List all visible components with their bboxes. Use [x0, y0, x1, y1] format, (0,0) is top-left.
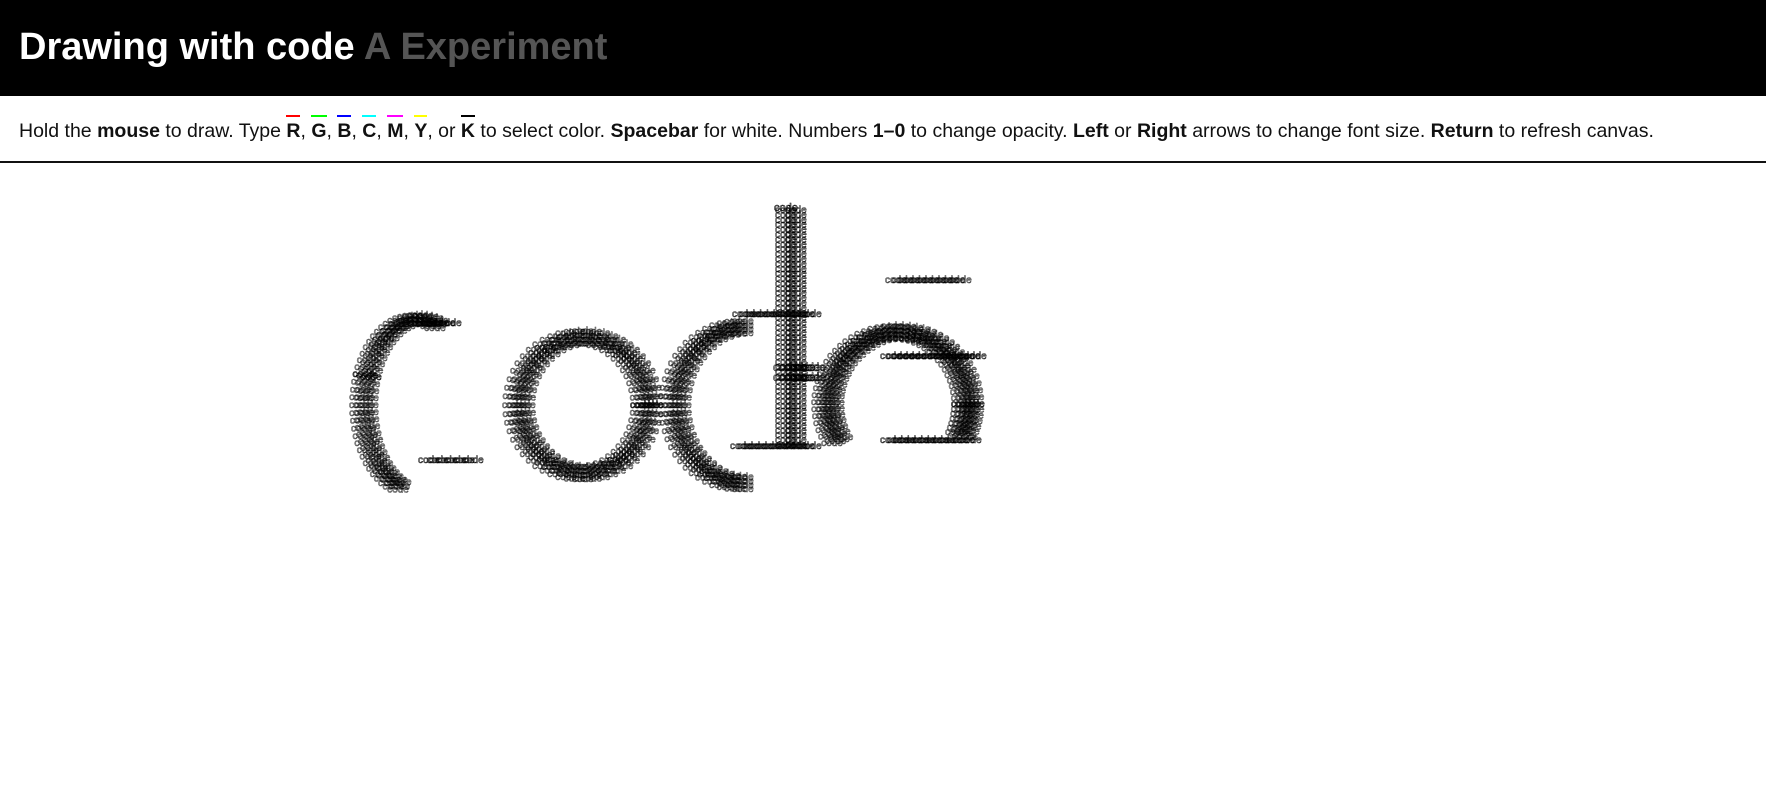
instr-left: Left [1073, 120, 1109, 142]
key-m-label: M [387, 120, 404, 142]
instr-text-1: Hold the [19, 120, 98, 142]
sep: , [376, 120, 388, 142]
key-c: C [362, 115, 377, 146]
key-b-label: B [337, 120, 352, 142]
key-r: R [286, 115, 301, 146]
key-y-label: Y [414, 120, 428, 142]
instr-text-3: to select color. [475, 120, 611, 142]
stroke-stamp: code [965, 351, 987, 362]
key-m: M [387, 115, 404, 146]
instr-return: Return [1430, 120, 1494, 142]
sep: , [403, 120, 415, 142]
instr-spacebar: Spacebar [610, 120, 699, 142]
stroke-stamp: code [774, 202, 798, 214]
stroke-stamp: code [462, 455, 484, 466]
drawing-canvas[interactable]: code code code code code code code code code code… [0, 163, 1766, 787]
key-b-color-bar [337, 115, 352, 117]
instr-range: 1–0 [872, 120, 906, 142]
drawn-strokes: codecodecodecodecodecodecodecodecodecode… [349, 202, 988, 496]
sep: , [326, 120, 338, 142]
instr-text-6: or [1108, 120, 1137, 142]
instr-text-4: for white. Numbers [698, 120, 873, 142]
key-c-label: C [362, 120, 377, 142]
key-g-label: G [311, 120, 327, 142]
title-main: Drawing with code [19, 26, 355, 68]
key-y-color-bar [414, 115, 428, 117]
instr-text-7: arrows to change font size. [1186, 120, 1431, 142]
stroke-stamp: code [960, 435, 982, 446]
stroke-stamp: code [800, 309, 822, 320]
key-r-label: R [286, 120, 301, 142]
key-k-label: K [460, 120, 476, 142]
instr-text-2: to draw. Type [159, 120, 287, 142]
sep: , [300, 120, 312, 142]
title-subtitle: A Experiment [363, 26, 608, 68]
instr-right: Right [1136, 120, 1187, 142]
key-k-color-bar [460, 115, 476, 117]
stroke-stamp: code [353, 369, 375, 380]
instr-text-5: to change opacity. [905, 120, 1074, 142]
key-r-color-bar [286, 115, 301, 117]
key-g: G [311, 115, 327, 146]
stroke-stamp: code [950, 275, 972, 286]
instr-or: , or [427, 120, 461, 142]
key-k: K [460, 115, 476, 146]
key-c-color-bar [362, 115, 377, 117]
drawing-surface[interactable]: codecodecodecodecodecodecodecodecodecode… [0, 163, 1766, 787]
instructions-text: Hold the mouse to draw. Type R, G, B, C,… [19, 115, 1759, 146]
sep: , [351, 120, 363, 142]
instr-text-8: to refresh canvas. [1493, 120, 1654, 142]
page-title: Drawing with code A Experiment [19, 24, 607, 70]
key-b: B [337, 115, 352, 146]
key-g-color-bar [311, 115, 327, 117]
stroke-stamp: code [440, 318, 462, 329]
page-header: Drawing with code A Experiment [0, 0, 1766, 96]
key-m-color-bar [387, 115, 404, 117]
key-y: Y [414, 115, 428, 146]
instr-mouse: mouse [97, 120, 160, 142]
